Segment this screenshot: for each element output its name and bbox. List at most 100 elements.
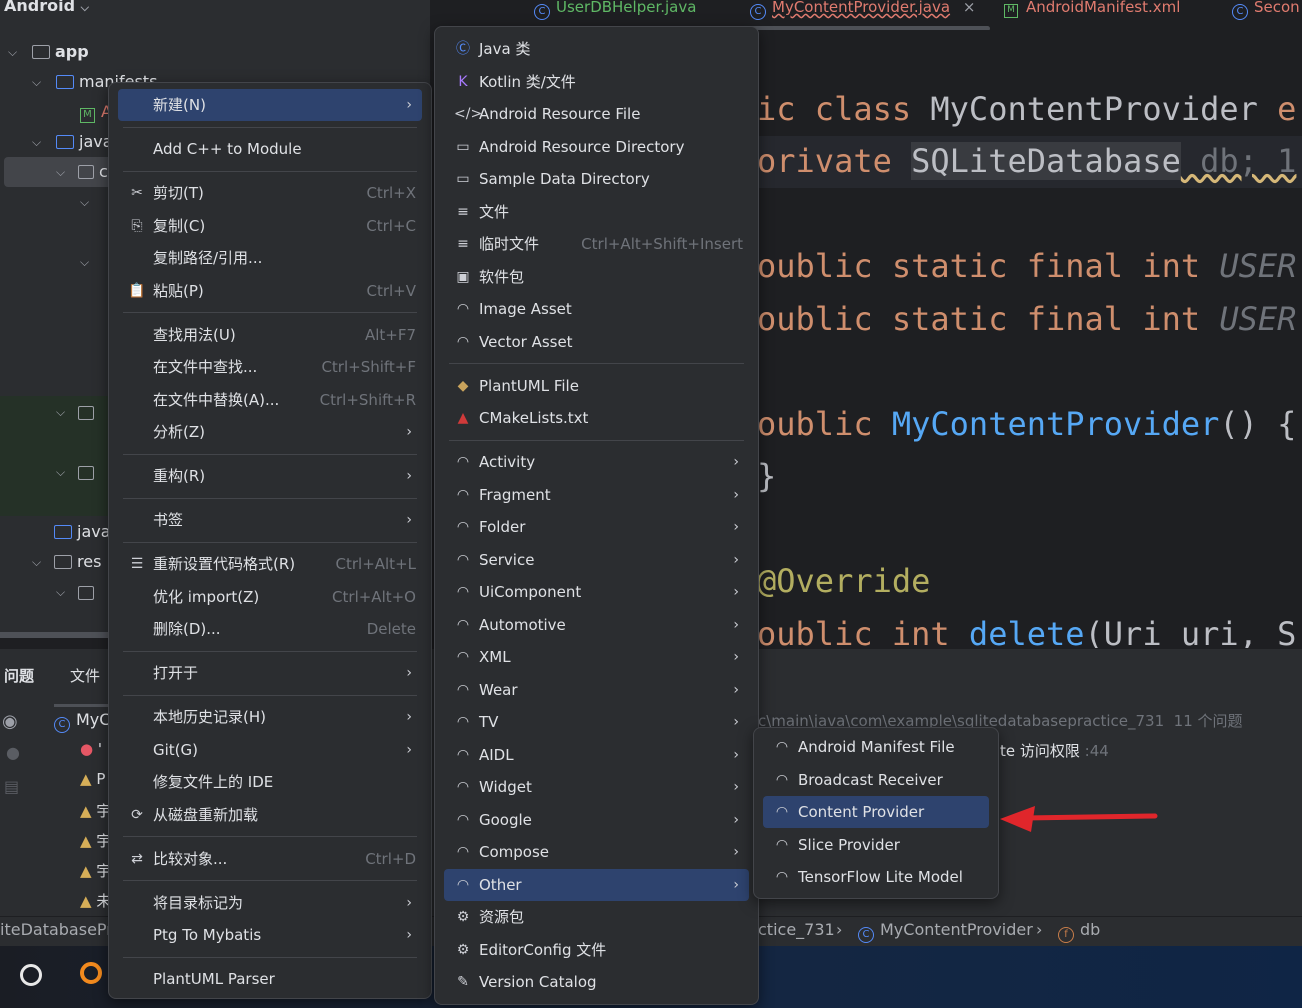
menu-item[interactable]: 打开于 › (118, 657, 422, 689)
project-view-selector[interactable]: Android ⌵ (4, 0, 89, 15)
chevron-icon[interactable]: ⌵ (80, 255, 89, 270)
menu-item[interactable]: 书签 › (118, 504, 422, 536)
tab-androidmanifest[interactable]: M AndroidManifest.xml (1004, 0, 1180, 18)
problem-row[interactable]: ▲ 未 (80, 890, 111, 911)
menu-item[interactable]: ⟳ 从磁盘重新加载 (118, 799, 422, 831)
problem-row[interactable]: ● ' (80, 740, 102, 758)
menu-item[interactable]: ◠ Slice Provider (763, 829, 989, 861)
menu-item[interactable]: 删除(D)... Delete (118, 613, 422, 645)
android-file-icon: ◠ (775, 869, 789, 885)
menu-item[interactable]: ◠ Widget › (444, 771, 749, 803)
breadcrumb-item[interactable]: iteDatabasePra (0, 920, 123, 939)
menu-item[interactable]: ◠ TensorFlow Lite Model (763, 861, 989, 893)
menu-item[interactable]: ◠ AIDL › (444, 739, 749, 771)
menu-item[interactable]: PlantUML Parser (118, 963, 422, 995)
menu-item[interactable]: ⇄ 比较对象... Ctrl+D (118, 843, 422, 875)
preview-icon[interactable]: ▤ (4, 777, 19, 796)
chevron-icon[interactable]: ⌵ (32, 135, 41, 150)
menu-item[interactable]: ✎ Version Catalog (444, 966, 749, 998)
menu-item[interactable]: Ⓒ Java 类 (444, 33, 749, 65)
menu-item[interactable]: ◠ TV › (444, 706, 749, 738)
menu-item[interactable]: </> Android Resource File (444, 98, 749, 130)
problem-detail[interactable]: te 访问权限 :44 (1000, 740, 1109, 761)
menu-item[interactable]: 复制路径/引用... (118, 242, 422, 274)
tree-item-res[interactable]: res (54, 552, 101, 571)
menu-item[interactable]: ◠ Fragment › (444, 479, 749, 511)
menu-item[interactable]: ◠ Other › (444, 868, 749, 901)
menu-item[interactable]: ◠ Broadcast Receiver (763, 764, 989, 796)
lightbulb-icon[interactable]: ● (6, 743, 20, 762)
chevron-icon[interactable]: ⌵ (56, 405, 65, 420)
code-editor[interactable]: ic class MyContentProvider e orivate SQL… (757, 30, 1302, 653)
problem-row[interactable]: ▲ 宇 (80, 860, 111, 881)
menu-item[interactable]: ◠ Android Manifest File (763, 731, 989, 763)
tab-file[interactable]: 文件 (70, 665, 100, 686)
menu-item[interactable]: ▭ Sample Data Directory (444, 163, 749, 195)
problem-row[interactable]: ▲ 宇 (80, 800, 111, 821)
breadcrumb-class[interactable]: C MyContentProvider (858, 920, 1033, 943)
search-icon[interactable] (20, 964, 42, 986)
tab-userdbhelper[interactable]: C UserDBHelper.java (534, 0, 696, 20)
tree-item-package[interactable]: c (78, 162, 108, 181)
tab-second[interactable]: C Secon (1232, 0, 1300, 20)
menu-item[interactable]: ▲ CMakeLists.txt (444, 402, 749, 434)
menu-item[interactable]: ▣ 软件包 (444, 261, 749, 293)
menu-item[interactable]: 新建(N) › (118, 89, 422, 121)
menu-item[interactable]: ✂ 剪切(T) Ctrl+X (118, 177, 422, 209)
menu-item[interactable]: 查找用法(U) Alt+F7 (118, 319, 422, 351)
menu-item[interactable]: Ptg To Mybatis › (118, 919, 422, 951)
menu-item[interactable]: 重构(R) › (118, 460, 422, 492)
chevron-icon[interactable]: ⌵ (56, 585, 65, 600)
menu-item[interactable]: ⚙ EditorConfig 文件 (444, 934, 749, 966)
problem-row[interactable]: ▲ 宇 (80, 830, 111, 851)
problem-file-row[interactable]: C MyC (54, 710, 110, 733)
menu-item[interactable]: Git(G) › (118, 734, 422, 766)
tree-item-app[interactable]: app (32, 42, 89, 61)
chevron-icon[interactable]: ⌵ (56, 165, 65, 180)
menu-item[interactable]: ☰ 重新设置代码格式(R) Ctrl+Alt+L (118, 548, 422, 580)
menu-item[interactable]: 📋 粘贴(P) Ctrl+V (118, 275, 422, 307)
eye-icon[interactable]: ◉ (2, 711, 18, 732)
menu-item[interactable]: ◠ Wear › (444, 674, 749, 706)
menu-item[interactable]: ≡ 临时文件 Ctrl+Alt+Shift+Insert (444, 228, 749, 260)
tree-item-java-generated[interactable]: java (54, 522, 111, 541)
menu-item[interactable]: ◆ PlantUML File (444, 370, 749, 402)
menu-item[interactable]: ◠ UiComponent › (444, 576, 749, 608)
menu-item[interactable]: 分析(Z) › (118, 416, 422, 448)
close-icon[interactable]: × (963, 0, 976, 16)
problem-row[interactable]: ▲ P (80, 770, 105, 788)
menu-item[interactable]: 本地历史记录(H) › (118, 701, 422, 733)
menu-item[interactable]: ◠ Content Provider (763, 796, 989, 828)
menu-item[interactable]: ◠ XML › (444, 641, 749, 673)
menu-item[interactable]: 将目录标记为 › (118, 887, 422, 919)
menu-item[interactable]: ◠ Folder › (444, 511, 749, 543)
menu-item[interactable]: ◠ Vector Asset (444, 326, 749, 358)
chevron-icon[interactable]: ⌵ (8, 45, 17, 60)
menu-item[interactable]: ◠ Compose › (444, 836, 749, 868)
breadcrumb-field[interactable]: f db (1058, 920, 1100, 943)
chevron-icon[interactable]: ⌵ (32, 555, 41, 570)
menu-item[interactable]: ⎘ 复制(C) Ctrl+C (118, 210, 422, 242)
menu-item[interactable]: ◠ Image Asset (444, 293, 749, 325)
tab-mycontentprovider[interactable]: C MyContentProvider.java × (750, 0, 975, 20)
breadcrumb-item[interactable]: ctice_731 (758, 920, 835, 939)
chevron-icon[interactable]: ⌵ (80, 195, 89, 210)
menu-item[interactable]: Add C++ to Module (118, 133, 422, 165)
menu-item[interactable]: ⚙ 资源包 (444, 901, 749, 933)
tree-item-java[interactable]: java (56, 132, 113, 151)
chevron-icon[interactable]: ⌵ (32, 75, 41, 90)
menu-item[interactable]: ◠ Google › (444, 804, 749, 836)
menu-item[interactable]: 在文件中查找... Ctrl+Shift+F (118, 351, 422, 383)
chevron-icon[interactable]: ⌵ (56, 465, 65, 480)
menu-item[interactable]: 修复文件上的 IDE (118, 766, 422, 798)
menu-item[interactable]: K Kotlin 类/文件 (444, 66, 749, 98)
menu-item[interactable]: 优化 import(Z) Ctrl+Alt+O (118, 581, 422, 613)
menu-item[interactable]: ◠ Automotive › (444, 609, 749, 641)
menu-item[interactable]: 在文件中替换(A)... Ctrl+Shift+R (118, 384, 422, 416)
menu-item[interactable]: ▭ Android Resource Directory (444, 131, 749, 163)
menu-item[interactable]: ◠ Activity › (444, 446, 749, 478)
search-app-icon[interactable] (80, 962, 102, 984)
menu-item[interactable]: ◠ Service › (444, 544, 749, 576)
tab-problems[interactable]: 问题 (4, 665, 34, 686)
menu-item[interactable]: ≡ 文件 (444, 196, 749, 228)
